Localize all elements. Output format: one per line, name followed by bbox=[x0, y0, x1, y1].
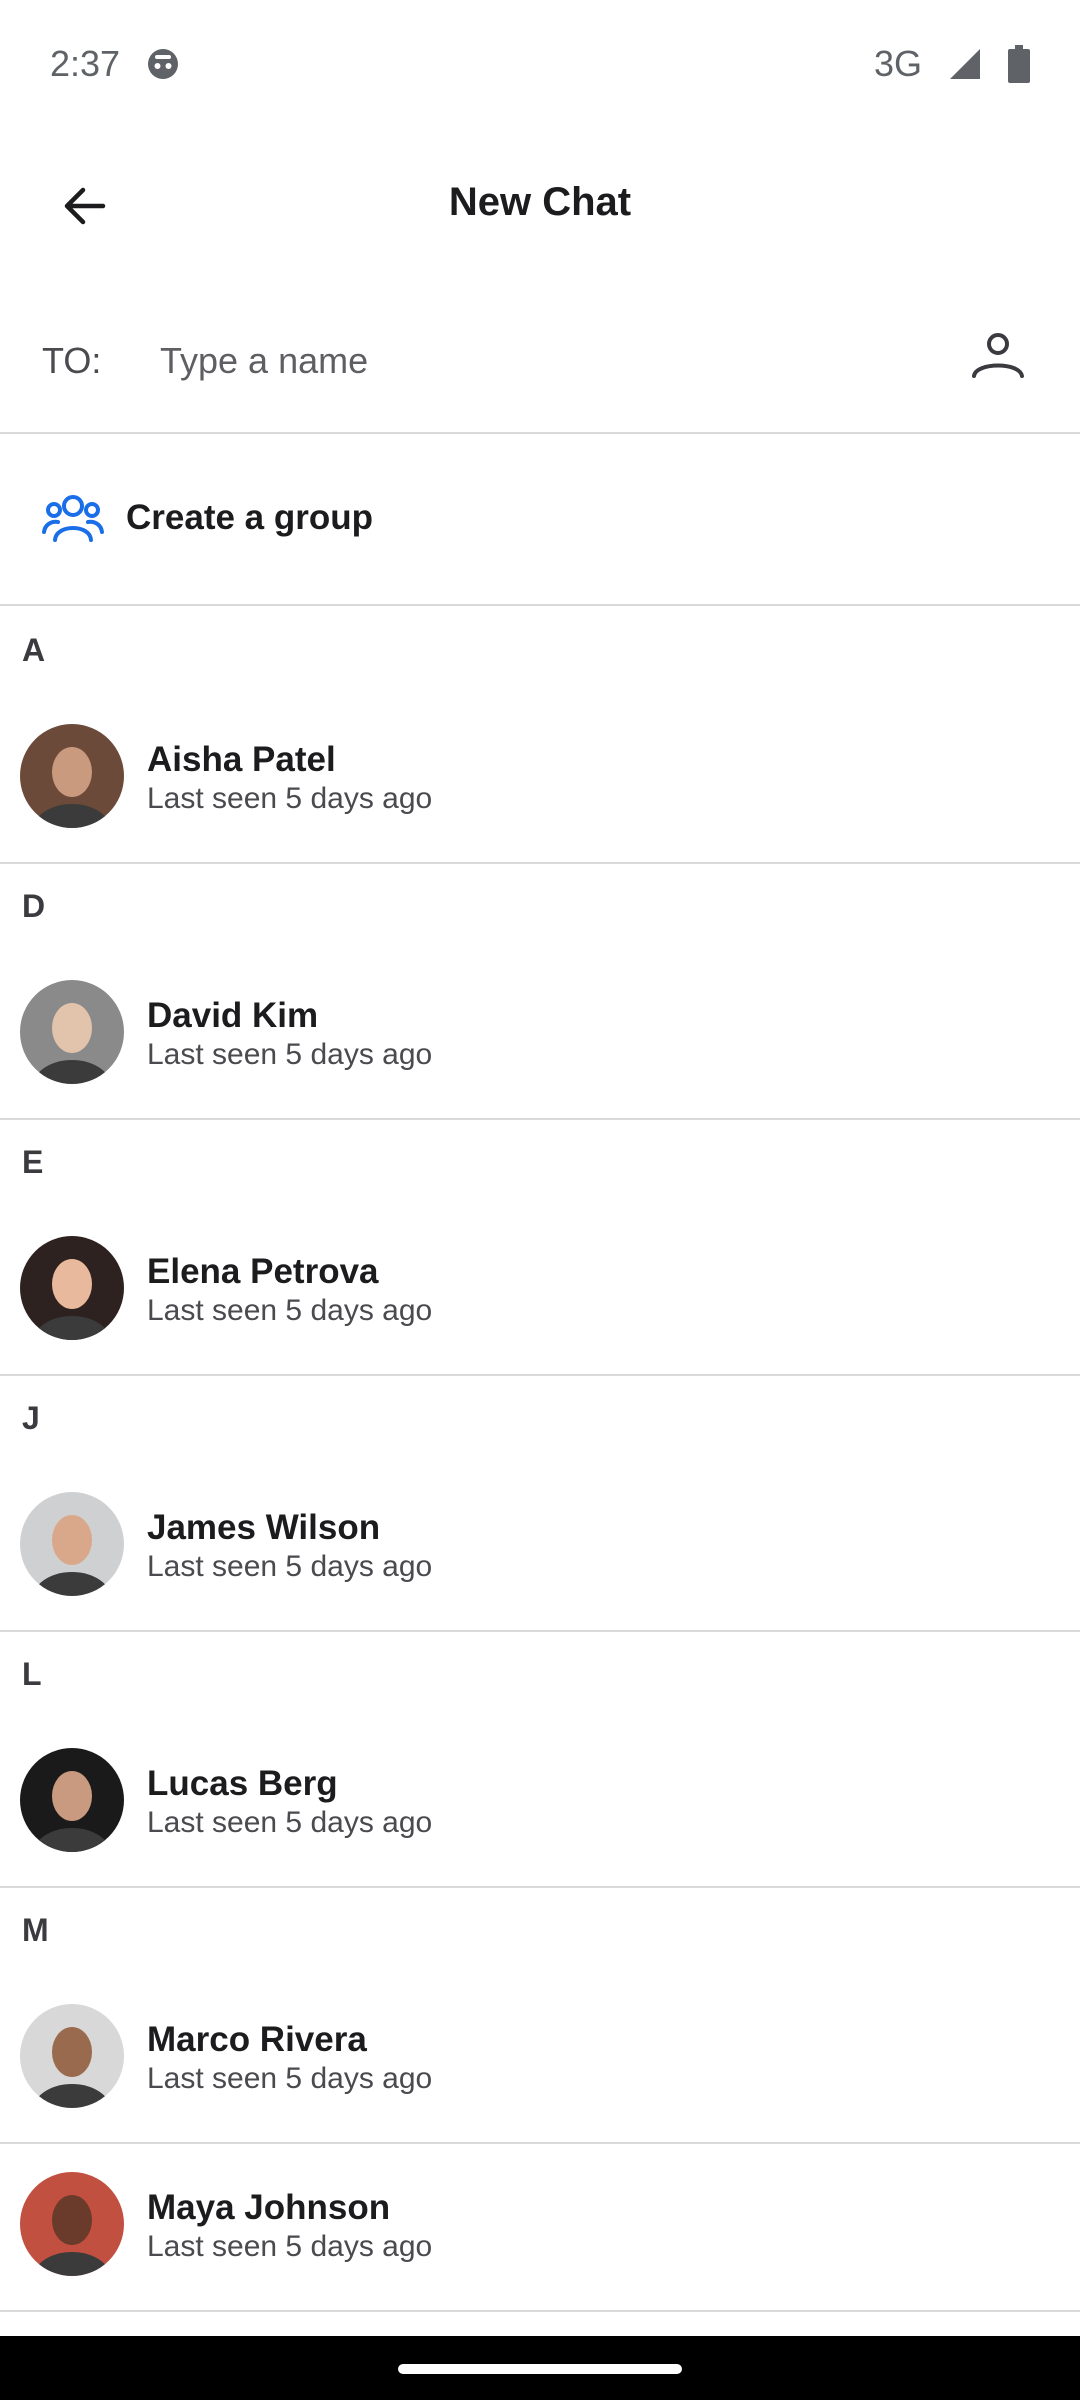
status-bar: 2:37 3G bbox=[0, 0, 1080, 128]
battery-icon bbox=[1008, 45, 1030, 83]
group-icon bbox=[42, 492, 104, 549]
signal-icon bbox=[948, 47, 982, 81]
status-time: 2:37 bbox=[50, 43, 121, 84]
person-icon bbox=[968, 326, 1028, 391]
app-header: New Chat bbox=[0, 128, 1080, 288]
section-header-letter: A bbox=[22, 632, 46, 668]
contact-row[interactable]: Maya Johnson Last seen 5 days ago bbox=[0, 2144, 1080, 2312]
contact-name: Marco Rivera bbox=[147, 2020, 367, 2059]
avatar bbox=[20, 724, 124, 828]
section-header-letter: M bbox=[22, 1912, 49, 1948]
contact-last-seen: Last seen 5 days ago bbox=[147, 2062, 433, 2095]
contact-last-seen: Last seen 5 days ago bbox=[147, 1806, 433, 1839]
recipient-row: TO: bbox=[0, 296, 1080, 434]
create-group-button[interactable]: Create a group bbox=[0, 436, 1080, 606]
contact-list: A Aisha Patel Last seen 5 days ago D David K… bbox=[0, 608, 1080, 2312]
create-group-label: Create a group bbox=[126, 498, 373, 537]
network-type: 3G bbox=[873, 43, 922, 84]
contact-picker-button[interactable] bbox=[956, 316, 1040, 400]
section-header-letter: J bbox=[22, 1400, 40, 1436]
contact-row[interactable]: Aisha Patel Last seen 5 days ago bbox=[0, 696, 1080, 864]
contact-last-seen: Last seen 5 days ago bbox=[147, 1294, 433, 1327]
contact-row[interactable]: Marco Rivera Last seen 5 days ago bbox=[0, 1976, 1080, 2144]
contact-last-seen: Last seen 5 days ago bbox=[147, 1038, 433, 1071]
avatar bbox=[20, 1492, 124, 1596]
contact-name: Lucas Berg bbox=[147, 1764, 338, 1803]
system-nav-bar bbox=[0, 2336, 1080, 2400]
recipient-search-input[interactable] bbox=[160, 326, 900, 396]
avatar bbox=[20, 980, 124, 1084]
contact-last-seen: Last seen 5 days ago bbox=[147, 782, 433, 815]
contact-row[interactable]: Elena Petrova Last seen 5 days ago bbox=[0, 1208, 1080, 1376]
contact-last-seen: Last seen 5 days ago bbox=[147, 1550, 433, 1583]
contact-row[interactable]: David Kim Last seen 5 days ago bbox=[0, 952, 1080, 1120]
contact-last-seen: Last seen 5 days ago bbox=[147, 2230, 433, 2263]
contact-name: David Kim bbox=[147, 996, 319, 1035]
contact-name: James Wilson bbox=[147, 1508, 381, 1547]
contact-name: Elena Petrova bbox=[147, 1252, 379, 1291]
avatar bbox=[20, 2172, 124, 2276]
contact-row[interactable]: James Wilson Last seen 5 days ago bbox=[0, 1464, 1080, 1632]
avatar bbox=[20, 1236, 124, 1340]
new-chat-screen: 2:37 3G New Chat TO: Type a name Create … bbox=[0, 0, 1080, 2400]
contact-row[interactable]: Lucas Berg Last seen 5 days ago bbox=[0, 1720, 1080, 1888]
contact-name: Aisha Patel bbox=[147, 740, 336, 779]
page-title: New Chat bbox=[448, 180, 632, 224]
to-label: TO: bbox=[42, 340, 102, 381]
contact-name: Maya Johnson bbox=[147, 2188, 391, 2227]
notification-icon bbox=[146, 47, 180, 81]
section-header-letter: L bbox=[22, 1656, 42, 1692]
avatar bbox=[20, 2004, 124, 2108]
avatar bbox=[20, 1748, 124, 1852]
home-gesture-handle[interactable] bbox=[398, 2364, 682, 2374]
section-header-letter: D bbox=[22, 888, 46, 924]
section-header-letter: E bbox=[22, 1144, 44, 1180]
